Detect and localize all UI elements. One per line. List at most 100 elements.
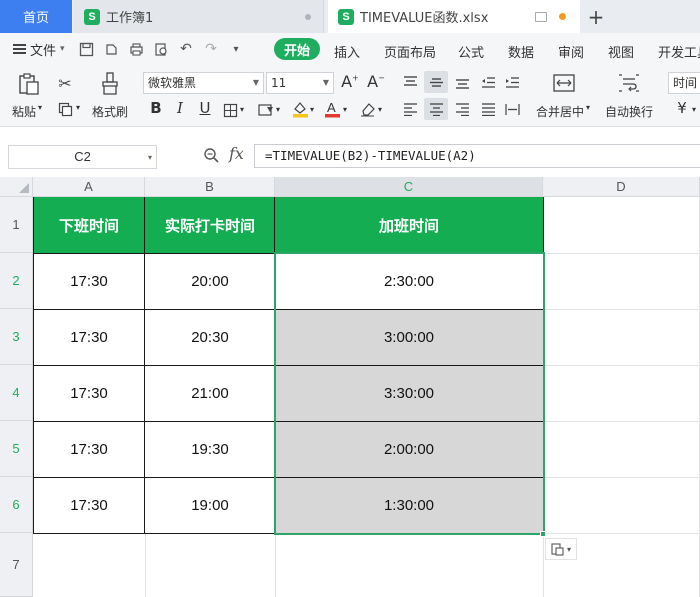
column-header-a[interactable]: A <box>33 177 145 197</box>
currency-icon[interactable]: ¥ <box>672 99 692 117</box>
align-center-icon[interactable] <box>426 100 446 118</box>
unsaved-dot-icon[interactable] <box>559 13 566 20</box>
borders-dropdown-icon[interactable]: ▾ <box>240 105 244 114</box>
name-box[interactable]: C2 ▾ <box>8 145 157 169</box>
row-header-4[interactable]: 4 <box>0 365 33 421</box>
menu-review[interactable]: 审阅 <box>558 42 584 61</box>
chevron-down-icon[interactable]: ▾ <box>60 44 65 54</box>
monitor-icon[interactable] <box>535 11 547 22</box>
decrease-font-icon[interactable]: A− <box>366 72 386 91</box>
menu-formulas[interactable]: 公式 <box>458 42 484 61</box>
number-format-select[interactable]: 时间 <box>668 72 700 94</box>
font-name-select[interactable]: 微软雅黑 ▼ <box>143 72 264 94</box>
print-icon[interactable] <box>127 40 146 59</box>
distributed-align-icon[interactable] <box>502 100 522 118</box>
row-header-2[interactable]: 2 <box>0 253 33 309</box>
menu-developer[interactable]: 开发工具 <box>658 42 700 61</box>
hamburger-menu-icon[interactable] <box>13 42 26 56</box>
print-preview-icon[interactable] <box>152 40 171 59</box>
decrease-indent-icon[interactable] <box>478 73 498 91</box>
save-icon[interactable] <box>77 40 96 59</box>
italic-icon[interactable]: I <box>170 99 190 117</box>
clear-format-icon[interactable] <box>357 99 377 119</box>
cell-b5[interactable]: 19:30 <box>145 421 275 477</box>
increase-font-icon[interactable]: A+ <box>340 72 360 91</box>
column-header-c[interactable]: C <box>275 177 543 197</box>
increase-indent-icon[interactable] <box>502 73 522 91</box>
align-top-icon[interactable] <box>400 73 420 91</box>
fx-icon[interactable]: fx <box>229 144 244 163</box>
paste-dropdown-icon[interactable]: ▾ <box>38 103 42 112</box>
wrap-text-icon[interactable] <box>616 71 642 95</box>
tab-workbook1[interactable]: S 工作簿1 <box>74 0 324 33</box>
align-middle-icon[interactable] <box>426 73 446 91</box>
cell-b4[interactable]: 21:00 <box>145 365 275 421</box>
font-color-dropdown-icon[interactable]: ▾ <box>343 105 347 114</box>
select-all-corner[interactable] <box>0 177 33 197</box>
row-header-6[interactable]: 6 <box>0 477 33 533</box>
tab-timevalue-file[interactable]: S TIMEVALUE函数.xlsx <box>328 0 580 33</box>
menu-data[interactable]: 数据 <box>508 42 534 61</box>
redo-icon[interactable]: ↷ <box>202 40 221 59</box>
font-size-select[interactable]: 11 ▼ <box>266 72 334 94</box>
row-header-1[interactable]: 1 <box>0 197 33 253</box>
formula-input[interactable]: =TIMEVALUE(B2)-TIMEVALUE(A2) <box>254 144 700 168</box>
menu-file[interactable]: 文件 <box>30 40 56 59</box>
cell-a6[interactable]: 17:30 <box>33 477 145 533</box>
fill-color-icon[interactable] <box>290 99 310 119</box>
borders-icon[interactable] <box>220 101 240 119</box>
justify-icon[interactable] <box>478 100 498 118</box>
row-header-5[interactable]: 5 <box>0 421 33 477</box>
cell-c5[interactable]: 2:00:00 <box>275 421 543 477</box>
cell-b2[interactable]: 20:00 <box>145 253 275 309</box>
cell-style-dropdown-icon[interactable]: ▾ <box>276 105 280 114</box>
row-header-7[interactable]: 7 <box>0 533 33 597</box>
tab-close-dot-icon[interactable] <box>305 13 311 20</box>
cell-a3[interactable]: 17:30 <box>33 309 145 365</box>
merge-center-label[interactable]: 合并居中 <box>536 103 584 120</box>
zoom-icon[interactable] <box>203 147 219 167</box>
cell-c2[interactable]: 2:30:00 <box>275 253 543 309</box>
cell-c3[interactable]: 3:00:00 <box>275 309 543 365</box>
align-bottom-icon[interactable] <box>452 73 472 91</box>
menu-insert[interactable]: 插入 <box>334 42 360 61</box>
menu-view[interactable]: 视图 <box>608 42 634 61</box>
cell-a2[interactable]: 17:30 <box>33 253 145 309</box>
underline-icon[interactable]: U <box>195 99 215 117</box>
merge-center-icon[interactable] <box>551 71 577 95</box>
export-icon[interactable] <box>102 40 121 59</box>
bold-icon[interactable]: B <box>146 99 166 117</box>
clear-dropdown-icon[interactable]: ▾ <box>378 105 382 114</box>
menu-page-layout[interactable]: 页面布局 <box>384 42 436 61</box>
font-color-icon[interactable]: A <box>322 99 342 119</box>
cell-c6[interactable]: 1:30:00 <box>275 477 543 533</box>
cell-a5[interactable]: 17:30 <box>33 421 145 477</box>
paste-options-button[interactable]: ▾ <box>545 538 577 560</box>
cell-style-icon[interactable] <box>256 101 276 119</box>
wrap-text-label[interactable]: 自动换行 <box>605 103 653 120</box>
cell-c1[interactable]: 加班时间 <box>275 197 543 253</box>
cut-icon[interactable]: ✂ <box>55 73 75 93</box>
format-painter-icon[interactable] <box>98 71 122 97</box>
cell-b6[interactable]: 19:00 <box>145 477 275 533</box>
align-right-icon[interactable] <box>452 100 472 118</box>
merge-dropdown-icon[interactable]: ▾ <box>586 103 590 112</box>
fill-handle[interactable] <box>540 531 546 537</box>
tab-home[interactable]: 首页 <box>0 0 72 33</box>
cell-b1[interactable]: 实际打卡时间 <box>145 197 275 253</box>
quick-access-dropdown-icon[interactable]: ▾ <box>227 40 246 59</box>
column-header-d[interactable]: D <box>543 177 700 197</box>
column-header-b[interactable]: B <box>145 177 275 197</box>
paste-label[interactable]: 粘贴 <box>12 103 36 120</box>
menu-start[interactable]: 开始 <box>274 38 320 60</box>
row-header-3[interactable]: 3 <box>0 309 33 365</box>
align-left-icon[interactable] <box>400 100 420 118</box>
cell-c4[interactable]: 3:30:00 <box>275 365 543 421</box>
cell-a4[interactable]: 17:30 <box>33 365 145 421</box>
undo-icon[interactable]: ↶ <box>177 40 196 59</box>
cell-b3[interactable]: 20:30 <box>145 309 275 365</box>
copy-icon[interactable] <box>55 99 75 119</box>
paste-icon[interactable] <box>16 71 42 97</box>
currency-dropdown-icon[interactable]: ▾ <box>692 105 696 114</box>
add-tab-button[interactable]: + <box>584 0 608 33</box>
